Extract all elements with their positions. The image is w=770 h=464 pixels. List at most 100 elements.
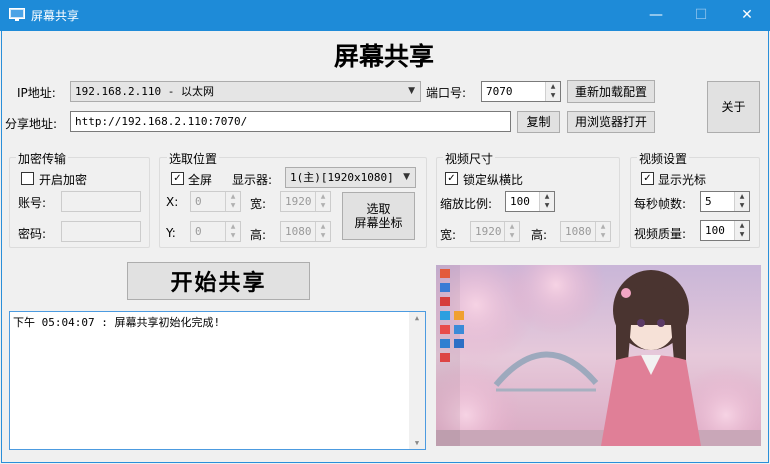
title-bar[interactable]: 屏幕共享 — ☐ ✕	[0, 0, 770, 31]
log-scrollbar[interactable]: ▲ ▼	[409, 312, 425, 449]
fps-label: 每秒帧数:	[634, 197, 687, 211]
display-select-value: 1(主)[1920x1080]	[290, 171, 394, 184]
width-stepper[interactable]: 1920 ▲ ▼	[280, 191, 331, 212]
close-button[interactable]: ✕	[724, 0, 770, 31]
region-group-title: 选取位置	[167, 150, 220, 167]
account-label: 账号:	[18, 196, 47, 210]
spin-up-icon[interactable]: ▲	[735, 221, 749, 230]
video-width-stepper[interactable]: 1920 ▲ ▼	[470, 221, 520, 242]
height-label: 高:	[250, 228, 267, 242]
spin-up-icon[interactable]: ▲	[316, 222, 330, 231]
width-spin-buttons[interactable]: ▲ ▼	[315, 192, 330, 211]
spin-up-icon[interactable]: ▲	[540, 192, 554, 201]
video-height-label: 高:	[531, 228, 548, 242]
cursor-checkbox[interactable]: ✓	[641, 172, 654, 185]
spin-down-icon[interactable]: ▼	[505, 231, 519, 240]
spin-down-icon[interactable]: ▼	[540, 201, 554, 210]
video-width-value: 1920	[475, 225, 502, 238]
spin-down-icon[interactable]: ▼	[735, 201, 749, 210]
spin-up-icon[interactable]: ▲	[505, 222, 519, 231]
y-label: Y:	[166, 226, 176, 240]
scroll-down-icon[interactable]: ▼	[409, 439, 425, 447]
fps-stepper[interactable]: 5 ▲ ▼	[700, 191, 750, 212]
spin-up-icon[interactable]: ▲	[735, 192, 749, 201]
x-stepper[interactable]: 0 ▲ ▼	[190, 191, 241, 212]
app-icon	[9, 8, 25, 22]
height-spin-buttons[interactable]: ▲ ▼	[315, 222, 330, 241]
video-height-stepper[interactable]: 1080 ▲ ▼	[560, 221, 611, 242]
width-label: 宽:	[250, 197, 267, 211]
port-label: 端口号:	[426, 86, 467, 100]
y-spin-buttons[interactable]: ▲ ▼	[225, 222, 240, 241]
maximize-button[interactable]: ☐	[678, 0, 724, 31]
x-spin-buttons[interactable]: ▲ ▼	[225, 192, 240, 211]
screen-preview-image	[436, 265, 761, 446]
lock-ratio-checkbox[interactable]: ✓	[445, 172, 458, 185]
spin-down-icon[interactable]: ▼	[596, 231, 610, 240]
log-textarea[interactable]: 下午 05:04:07 : 屏幕共享初始化完成! ▲ ▼	[9, 311, 426, 450]
log-line: 下午 05:04:07 : 屏幕共享初始化完成!	[13, 316, 221, 329]
fullscreen-checkbox[interactable]: ✓	[171, 172, 184, 185]
spin-down-icon[interactable]: ▼	[546, 91, 560, 100]
scale-value: 100	[510, 195, 530, 208]
spin-up-icon[interactable]: ▲	[316, 192, 330, 201]
scale-stepper[interactable]: 100 ▲ ▼	[505, 191, 555, 212]
password-label: 密码:	[18, 227, 47, 241]
video-width-label: 宽:	[440, 228, 457, 242]
spin-down-icon[interactable]: ▼	[316, 201, 330, 210]
password-field[interactable]	[61, 221, 141, 242]
copy-button[interactable]: 复制	[517, 111, 560, 133]
height-stepper[interactable]: 1080 ▲ ▼	[280, 221, 331, 242]
fps-spin-buttons[interactable]: ▲ ▼	[734, 192, 749, 211]
quality-label: 视频质量:	[634, 227, 687, 241]
fullscreen-label: 全屏	[188, 173, 213, 187]
port-stepper[interactable]: 7070 ▲ ▼	[481, 81, 561, 102]
display-label: 显示器:	[232, 173, 273, 187]
spin-down-icon[interactable]: ▼	[735, 230, 749, 239]
share-url-field[interactable]: http://192.168.2.110:7070/	[70, 111, 511, 132]
quality-value: 100	[705, 224, 725, 237]
x-value: 0	[195, 195, 202, 208]
ip-select[interactable]: 192.168.2.110 - 以太网 ▼	[70, 81, 421, 102]
pick-coords-button[interactable]: 选取 屏幕坐标	[342, 192, 415, 240]
account-field[interactable]	[61, 191, 141, 212]
spin-down-icon[interactable]: ▼	[316, 231, 330, 240]
chevron-down-icon: ▼	[408, 86, 415, 96]
encrypt-group-title: 加密传输	[16, 150, 69, 167]
encrypt-checkbox[interactable]	[21, 172, 34, 185]
page-title: 屏幕共享	[333, 42, 434, 71]
spin-up-icon[interactable]: ▲	[226, 192, 240, 201]
display-select[interactable]: 1(主)[1920x1080] ▼	[285, 167, 416, 188]
share-url-label: 分享地址:	[5, 117, 58, 131]
scale-label: 缩放比例:	[440, 197, 493, 211]
spin-up-icon[interactable]: ▲	[546, 82, 560, 91]
video-width-spin-buttons[interactable]: ▲ ▼	[504, 222, 519, 241]
port-value: 7070	[486, 85, 513, 98]
y-stepper[interactable]: 0 ▲ ▼	[190, 221, 241, 242]
reload-config-button[interactable]: 重新加载配置	[567, 80, 655, 103]
height-value: 1080	[285, 225, 312, 238]
minimize-button[interactable]: —	[633, 0, 679, 31]
encrypt-checkbox-label: 开启加密	[39, 173, 88, 187]
port-spin-buttons[interactable]: ▲ ▼	[545, 82, 560, 101]
spin-down-icon[interactable]: ▼	[226, 201, 240, 210]
window-title: 屏幕共享	[31, 9, 80, 23]
lock-ratio-label: 锁定纵横比	[463, 173, 524, 187]
video-height-spin-buttons[interactable]: ▲ ▼	[595, 222, 610, 241]
cursor-label: 显示光标	[658, 173, 707, 187]
scroll-up-icon[interactable]: ▲	[409, 314, 425, 322]
spin-up-icon[interactable]: ▲	[596, 222, 610, 231]
spin-up-icon[interactable]: ▲	[226, 222, 240, 231]
spin-down-icon[interactable]: ▼	[226, 231, 240, 240]
video-size-group-title: 视频尺寸	[443, 150, 496, 167]
about-button[interactable]: 关于	[707, 81, 760, 133]
quality-spin-buttons[interactable]: ▲ ▼	[734, 221, 749, 240]
start-sharing-button[interactable]: 开始共享	[127, 262, 310, 300]
open-browser-button[interactable]: 用浏览器打开	[567, 111, 655, 133]
scale-spin-buttons[interactable]: ▲ ▼	[539, 192, 554, 211]
video-settings-group-title: 视频设置	[637, 150, 690, 167]
y-value: 0	[195, 225, 202, 238]
quality-stepper[interactable]: 100 ▲ ▼	[700, 220, 750, 241]
width-value: 1920	[285, 195, 312, 208]
fps-value: 5	[705, 195, 712, 208]
